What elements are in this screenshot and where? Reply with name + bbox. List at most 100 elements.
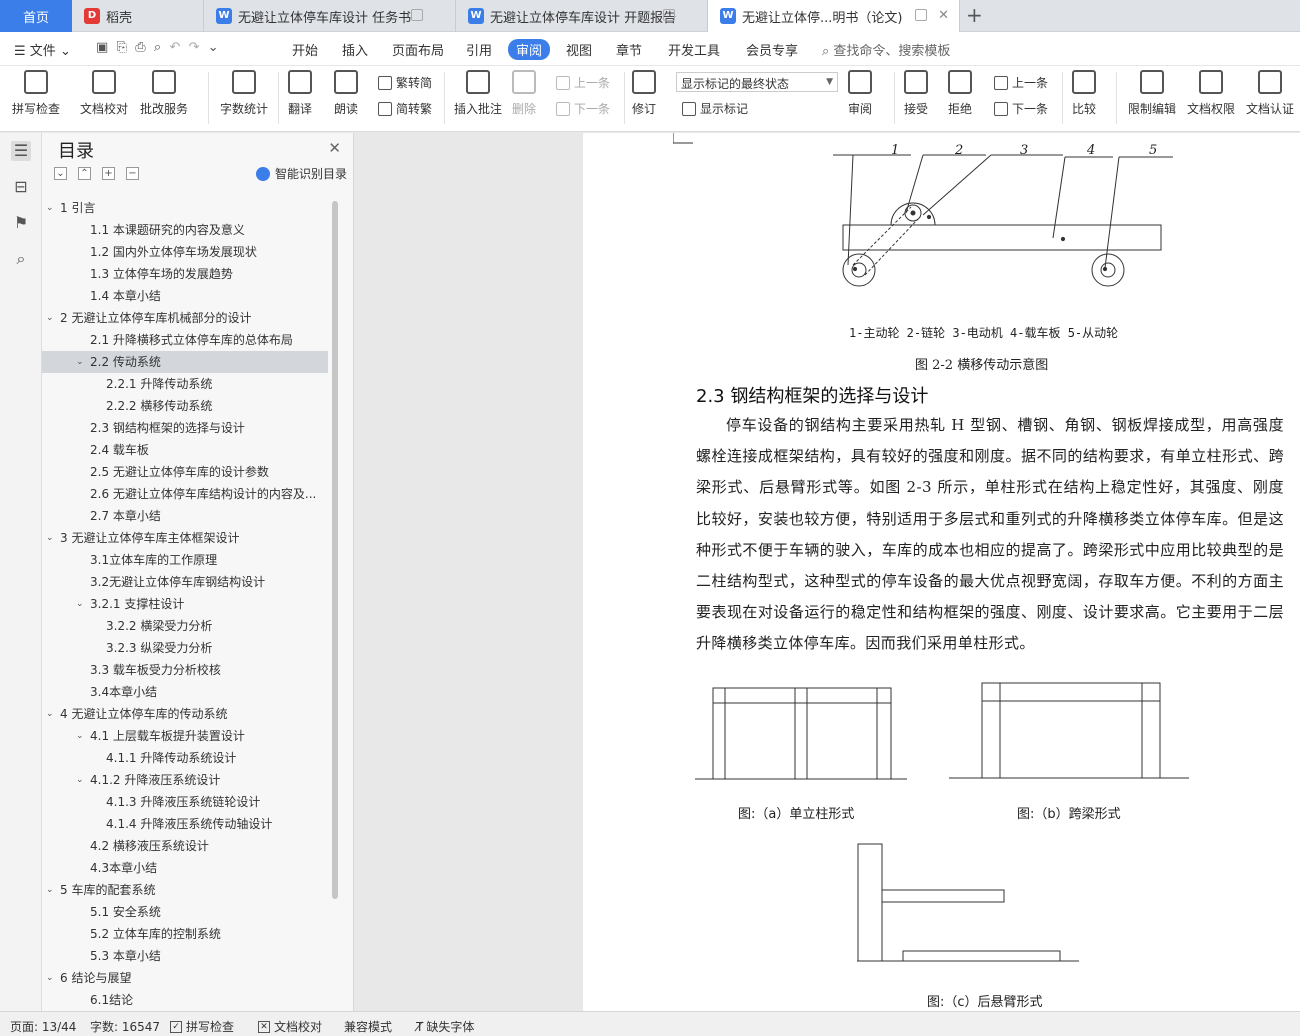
review-pane-button[interactable]: 审阅 bbox=[848, 70, 872, 117]
toc-item[interactable]: ⌄ 3 无避让立体停车库主体框架设计 bbox=[42, 527, 328, 549]
toc-item[interactable]: 3.1立体车库的工作原理 bbox=[42, 549, 328, 571]
toc-item[interactable]: 3.2.2 横梁受力分析 bbox=[42, 615, 328, 637]
toc-item[interactable]: 5.3 本章小结 bbox=[42, 945, 328, 967]
toc-item[interactable]: 2.3 钢结构框架的选择与设计 bbox=[42, 417, 328, 439]
chevron-down-icon[interactable]: ⌄ bbox=[46, 197, 56, 219]
toc-item[interactable]: 2.2.2 横移传动系统 bbox=[42, 395, 328, 417]
next-change-button[interactable]: 下一条 bbox=[994, 100, 1048, 117]
new-tab-icon[interactable]: + bbox=[966, 4, 983, 26]
show-markup-button[interactable]: 显示标记 bbox=[682, 100, 748, 117]
chevron-down-icon[interactable]: ⌄ bbox=[46, 703, 56, 725]
chevron-down-icon[interactable]: ⌄ bbox=[46, 307, 56, 329]
trad-to-simp-button[interactable]: 繁转简 bbox=[378, 74, 432, 91]
smart-toc-button[interactable]: 智能识别目录 bbox=[256, 165, 347, 182]
toc-item[interactable]: 3.2无避让立体停车库钢结构设计 bbox=[42, 571, 328, 593]
toc-item[interactable]: ⌄ 4 无避让立体停车库的传动系统 bbox=[42, 703, 328, 725]
annotate-service-button[interactable]: 批改服务 bbox=[140, 70, 188, 117]
toc-item[interactable]: 2.2.1 升降传动系统 bbox=[42, 373, 328, 395]
toc-item[interactable]: 4.1.4 升降液压系统传动轴设计 bbox=[42, 813, 328, 835]
toc-scrollbar[interactable] bbox=[332, 201, 338, 899]
chevron-down-icon[interactable]: ⌄ bbox=[76, 725, 86, 747]
toc-item[interactable]: 2.6 无避让立体停车库结构设计的内容及... bbox=[42, 483, 328, 505]
bookmark-icon[interactable]: ⚑ bbox=[11, 213, 31, 233]
tab-daoke[interactable]: D 稻壳 bbox=[72, 0, 204, 32]
compare-button[interactable]: 比较 bbox=[1072, 70, 1096, 117]
preview-icon[interactable]: ⌕ bbox=[154, 40, 161, 55]
search-icon[interactable]: ⌕ bbox=[11, 249, 31, 269]
toc-item[interactable]: 2.4 载车板 bbox=[42, 439, 328, 461]
toc-item[interactable]: 3.4本章小结 bbox=[42, 681, 328, 703]
toc-icon[interactable]: ☰ bbox=[11, 141, 31, 161]
status-spell-check[interactable]: ✓ 拼写检查 bbox=[170, 1018, 234, 1035]
tab-document-proposal[interactable]: W 无避让立体停车库设计 开题报告 bbox=[456, 0, 708, 32]
accept-button[interactable]: 接受 bbox=[904, 70, 928, 117]
menu-developer[interactable]: 开发工具 bbox=[668, 40, 720, 59]
file-menu[interactable]: ☰ 文件 ⌄ bbox=[14, 40, 71, 59]
quick-access-toolbar[interactable]: ▣ ⎘ ⎙ ⌕ ↶ ↷ ⌄ bbox=[96, 40, 219, 55]
next-comment-button[interactable]: 下一条 bbox=[556, 100, 610, 117]
toc-item[interactable]: ⌄ 6 结论与展望 bbox=[42, 967, 328, 989]
markup-state-select[interactable]: 显示标记的最终状态 ▼ bbox=[676, 72, 838, 92]
spell-check-button[interactable]: 拼写检查 bbox=[12, 70, 60, 117]
chevron-down-icon[interactable]: ⌄ bbox=[76, 769, 86, 791]
menu-member[interactable]: 会员专享 bbox=[746, 40, 798, 59]
toc-item[interactable]: 4.3本章小结 bbox=[42, 857, 328, 879]
reject-button[interactable]: 拒绝 bbox=[948, 70, 972, 117]
prev-change-button[interactable]: 上一条 bbox=[994, 74, 1048, 91]
toc-item[interactable]: 2.1 升降横移式立体停车库的总体布局 bbox=[42, 329, 328, 351]
prev-comment-button[interactable]: 上一条 bbox=[556, 74, 610, 91]
missing-font-button[interactable]: T̸ 缺失字体 bbox=[416, 1018, 474, 1035]
toc-item[interactable]: ⌄ 1 引言 bbox=[42, 197, 328, 219]
toc-item[interactable]: 4.2 横移液压系统设计 bbox=[42, 835, 328, 857]
menu-start[interactable]: 开始 bbox=[292, 40, 318, 59]
toc-item[interactable]: 1.3 立体停车场的发展趋势 bbox=[42, 263, 328, 285]
read-aloud-button[interactable]: 朗读 bbox=[334, 70, 358, 117]
export-icon[interactable]: ⎘ bbox=[117, 40, 127, 55]
toc-item[interactable]: ⌄ 4.1.2 升降液压系统设计 bbox=[42, 769, 328, 791]
redo-icon[interactable]: ↷ bbox=[189, 40, 200, 55]
command-search[interactable]: ⌕ 查找命令、搜索模板 bbox=[822, 40, 950, 59]
page-indicator[interactable]: 页面: 13/44 bbox=[10, 1018, 76, 1035]
toc-item[interactable]: 1.2 国内外立体停车场发展现状 bbox=[42, 241, 328, 263]
chevron-down-icon[interactable]: ⌄ bbox=[76, 351, 86, 373]
word-count-indicator[interactable]: 字数: 16547 bbox=[90, 1018, 160, 1035]
toc-item[interactable]: 2.7 本章小结 bbox=[42, 505, 328, 527]
toc-item[interactable]: 5.2 立体车库的控制系统 bbox=[42, 923, 328, 945]
toc-item[interactable]: 4.1.1 升降传动系统设计 bbox=[42, 747, 328, 769]
word-count-button[interactable]: 字数统计 bbox=[220, 70, 268, 117]
menu-review[interactable]: 审阅 bbox=[508, 39, 551, 60]
document-permission-button[interactable]: 文档权限 bbox=[1187, 70, 1235, 117]
collapse-all-icon[interactable]: ⌃ bbox=[78, 167, 91, 180]
chevron-down-icon[interactable]: ⌄ bbox=[46, 879, 56, 901]
tab-document-thesis[interactable]: W 无避让立体停...明书（论文) ✕ bbox=[708, 0, 960, 32]
close-tab-icon[interactable]: ✕ bbox=[938, 8, 949, 23]
document-certify-button[interactable]: 文档认证 bbox=[1246, 70, 1294, 117]
toc-item[interactable]: ⌄ 2 无避让立体停车库机械部分的设计 bbox=[42, 307, 328, 329]
chevron-down-icon[interactable]: ⌄ bbox=[46, 527, 56, 549]
menu-page-layout[interactable]: 页面布局 bbox=[392, 40, 444, 59]
simp-to-trad-button[interactable]: 简转繁 bbox=[378, 100, 432, 117]
add-item-icon[interactable]: + bbox=[102, 167, 115, 180]
tab-document-task[interactable]: W 无避让立体停车库设计 任务书 bbox=[204, 0, 456, 32]
chevron-down-icon[interactable]: ⌄ bbox=[208, 40, 219, 55]
expand-all-icon[interactable]: ⌄ bbox=[54, 167, 67, 180]
tab-home[interactable]: 首页 bbox=[0, 0, 72, 32]
insert-comment-button[interactable]: 插入批注 bbox=[454, 70, 502, 117]
chevron-down-icon[interactable]: ⌄ bbox=[46, 967, 56, 989]
chevron-down-icon[interactable]: ⌄ bbox=[76, 593, 86, 615]
delete-comment-button[interactable]: 删除 bbox=[512, 70, 536, 117]
toc-item[interactable]: ⌄ 3.2.1 支撑柱设计 bbox=[42, 593, 328, 615]
menu-reference[interactable]: 引用 bbox=[466, 40, 492, 59]
save-icon[interactable]: ▣ bbox=[96, 40, 108, 55]
menu-view[interactable]: 视图 bbox=[566, 40, 592, 59]
close-icon[interactable]: ✕ bbox=[328, 139, 341, 157]
undo-icon[interactable]: ↶ bbox=[169, 40, 180, 55]
toc-item[interactable]: ⌄ 4.1 上层载车板提升装置设计 bbox=[42, 725, 328, 747]
menu-insert[interactable]: 插入 bbox=[342, 40, 368, 59]
toc-item[interactable]: ⌄ 5 车库的配套系统 bbox=[42, 879, 328, 901]
toc-item[interactable]: 2.5 无避让立体停车库的设计参数 bbox=[42, 461, 328, 483]
toc-item[interactable]: 1.1 本课题研究的内容及意义 bbox=[42, 219, 328, 241]
toc-item[interactable]: ⌄ 2.2 传动系统 bbox=[42, 351, 328, 373]
toc-item[interactable]: 3.3 载车板受力分析校核 bbox=[42, 659, 328, 681]
document-proofread-button[interactable]: 文档校对 bbox=[80, 70, 128, 117]
